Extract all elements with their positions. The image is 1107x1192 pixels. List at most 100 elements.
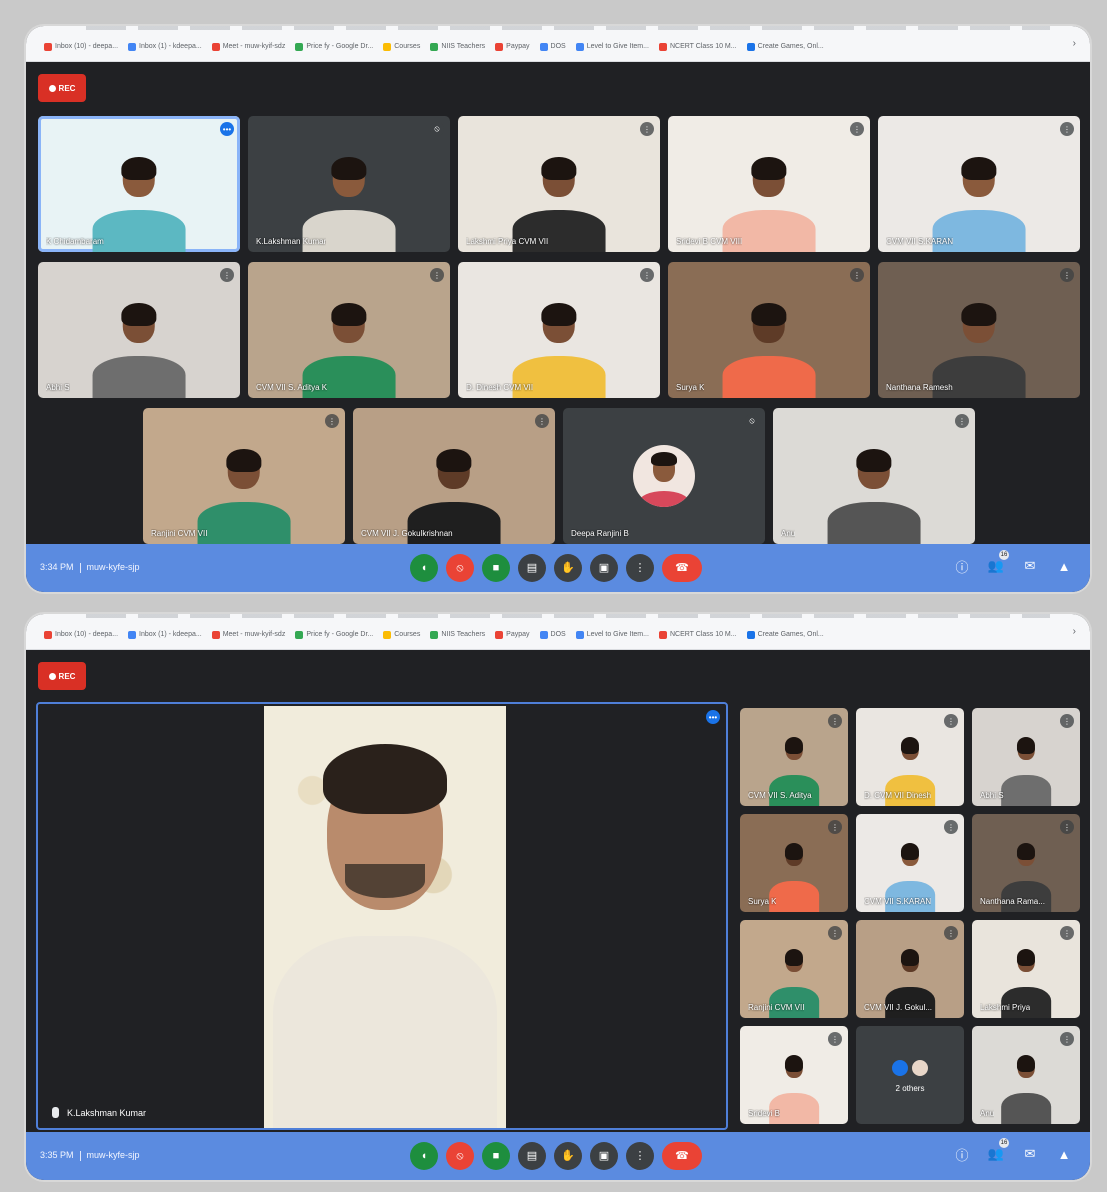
participant-tile[interactable]: ⋮ CVM VII J. Gokul... — [856, 920, 964, 1018]
tile-options-icon[interactable]: ⋮ — [850, 122, 864, 136]
chat-button[interactable]: ✉ — [1020, 1144, 1040, 1164]
camera-button[interactable]: ■ — [482, 1142, 510, 1170]
mic-off-button[interactable]: ⦸ — [446, 1142, 474, 1170]
participant-tile[interactable]: ⋮ Ranjini CVM VII — [143, 408, 345, 544]
spotlight-tile[interactable]: ••• K.Lakshman Kumar — [36, 702, 728, 1130]
participant-tile[interactable]: ⋮ Surya K — [740, 814, 848, 912]
participant-tile[interactable]: ⋮ D. Dinesh CVM VII — [458, 262, 660, 398]
participant-tile[interactable]: ⋮ CVM VII J. Gokulkrishnan — [353, 408, 555, 544]
bookmark-item[interactable]: Inbox (10) - deepa... — [44, 42, 118, 51]
bookmark-item[interactable]: Paypay — [495, 42, 530, 51]
people-button[interactable]: 👥 16 — [986, 1138, 1009, 1164]
participant-tile[interactable]: ⋮ CVM VII S. Aditya K — [248, 262, 450, 398]
present-button[interactable]: ▣ — [590, 1142, 618, 1170]
tile-options-icon[interactable]: ⋮ — [944, 714, 958, 728]
tile-options-icon[interactable]: ⋮ — [430, 268, 444, 282]
participant-tile[interactable]: ⋮ CVM VII S.KARAN — [856, 814, 964, 912]
bookmark-item[interactable]: DOS — [539, 630, 566, 639]
participant-tile[interactable]: ⋮ Ranjini CVM VII — [740, 920, 848, 1018]
participant-tile[interactable]: ⋮ CVM VII S.KARAN — [878, 116, 1080, 252]
bookmark-item[interactable]: Level to Give Item... — [575, 630, 649, 639]
captions-button[interactable]: ▤ — [518, 1142, 546, 1170]
bookmark-item[interactable]: Paypay — [495, 630, 530, 639]
participant-tile[interactable]: ⋮ Nanthana Rama... — [972, 814, 1080, 912]
mic-button[interactable]: ◖ — [410, 1142, 438, 1170]
camera-button[interactable]: ■ — [482, 554, 510, 582]
tile-options-icon[interactable]: ⋮ — [944, 820, 958, 834]
more-options-button[interactable]: ⋮ — [626, 554, 654, 582]
tile-options-icon[interactable]: ⋮ — [1060, 820, 1074, 834]
info-button[interactable]: ⓘ — [952, 1144, 972, 1164]
bookmarks-overflow-icon[interactable]: › — [1073, 38, 1076, 49]
activities-button[interactable]: ▲ — [1054, 556, 1074, 576]
bookmark-item[interactable]: Meet - muw-kyif-sdz — [211, 630, 285, 639]
participant-tile[interactable]: ⦸ K.Lakshman Kumar — [248, 116, 450, 252]
bookmark-item[interactable]: NIIS Teachers — [430, 630, 485, 639]
bookmark-label: DOS — [550, 43, 566, 50]
participant-tile[interactable]: ⋮ CVM VII S. Aditya — [740, 708, 848, 806]
tile-options-icon[interactable]: ⋮ — [828, 1032, 842, 1046]
bookmark-item[interactable]: Level to Give Item... — [575, 42, 649, 51]
participant-tile[interactable]: ⋮ Abhi S — [972, 708, 1080, 806]
tile-options-icon[interactable]: ⋮ — [220, 268, 234, 282]
raise-hand-button[interactable]: ✋ — [554, 554, 582, 582]
bookmark-item[interactable]: Courses — [383, 42, 420, 51]
participant-tile[interactable]: ⋮ Nanthana Ramesh — [878, 262, 1080, 398]
tile-options-icon[interactable]: ⋮ — [535, 414, 549, 428]
end-call-button[interactable]: ☎ — [662, 554, 702, 582]
participant-tile[interactable]: ⦸ Deepa Ranjini B — [563, 408, 765, 544]
tile-options-icon[interactable]: ⋮ — [1060, 1032, 1074, 1046]
mic-off-button[interactable]: ⦸ — [446, 554, 474, 582]
end-call-button[interactable]: ☎ — [662, 1142, 702, 1170]
participant-tile[interactable]: ⋮ Abhi S — [38, 262, 240, 398]
bookmark-item[interactable]: Courses — [383, 630, 420, 639]
bookmark-item[interactable]: NCERT Class 10 M... — [658, 630, 737, 639]
tile-options-icon[interactable]: ⋮ — [1060, 268, 1074, 282]
tile-options-icon[interactable]: ⋮ — [850, 268, 864, 282]
raise-hand-button[interactable]: ✋ — [554, 1142, 582, 1170]
bookmark-item[interactable]: Price fy - Google Dr... — [295, 42, 373, 51]
bookmarks-overflow-icon[interactable]: › — [1073, 626, 1076, 637]
bookmark-item[interactable]: Inbox (1) - kdeepa... — [128, 630, 202, 639]
captions-button[interactable]: ▤ — [518, 554, 546, 582]
chat-button[interactable]: ✉ — [1020, 556, 1040, 576]
chat-icon: ✉ — [1024, 1146, 1036, 1161]
info-button[interactable]: ⓘ — [952, 556, 972, 576]
bookmark-item[interactable]: NCERT Class 10 M... — [658, 42, 737, 51]
participant-tile[interactable]: 2 others — [856, 1026, 964, 1124]
participant-tile[interactable]: ⋮ Lakshmi Priya CVM VII — [458, 116, 660, 252]
participant-tile[interactable]: ⋮ D. CVM VII Dinesh — [856, 708, 964, 806]
more-options-button[interactable]: ⋮ — [626, 1142, 654, 1170]
bookmark-item[interactable]: Price fy - Google Dr... — [295, 630, 373, 639]
bookmark-item[interactable]: Inbox (10) - deepa... — [44, 630, 118, 639]
tile-options-icon[interactable]: ⋮ — [955, 414, 969, 428]
participant-tile[interactable]: ⋮ Sridevi B CVM VIII — [668, 116, 870, 252]
tile-options-icon[interactable]: ⋮ — [1060, 122, 1074, 136]
tile-options-icon[interactable]: ⋮ — [1060, 926, 1074, 940]
tile-options-icon[interactable]: ⋮ — [944, 926, 958, 940]
participant-tile[interactable]: ⋮ Anu — [773, 408, 975, 544]
tile-options-icon[interactable]: ⋮ — [640, 122, 654, 136]
participant-tile[interactable]: ⋮ Lakshmi Priya — [972, 920, 1080, 1018]
bookmark-item[interactable]: Create Games, Onl... — [746, 42, 824, 51]
tile-options-icon[interactable]: ⋮ — [828, 714, 842, 728]
participant-tile[interactable]: ⋮ Anu — [972, 1026, 1080, 1124]
people-button[interactable]: 👥 16 — [986, 550, 1009, 576]
tile-options-icon[interactable]: ⋮ — [1060, 714, 1074, 728]
participant-name: CVM VII J. Gokulkrishnan — [361, 529, 453, 538]
tile-options-icon[interactable]: ⋮ — [325, 414, 339, 428]
participant-tile[interactable]: ⋮ Sridevi B — [740, 1026, 848, 1124]
bookmark-item[interactable]: Inbox (1) - kdeepa... — [128, 42, 202, 51]
present-button[interactable]: ▣ — [590, 554, 618, 582]
bookmark-item[interactable]: DOS — [539, 42, 566, 51]
mic-button[interactable]: ◖ — [410, 554, 438, 582]
activities-button[interactable]: ▲ — [1054, 1144, 1074, 1164]
tile-options-icon[interactable]: ⋮ — [828, 926, 842, 940]
participant-tile[interactable]: ⋮ Surya K — [668, 262, 870, 398]
tile-options-icon[interactable]: ⋮ — [640, 268, 654, 282]
bookmark-item[interactable]: Meet - muw-kyif-sdz — [211, 42, 285, 51]
participant-tile[interactable]: ••• K Chidambaram — [38, 116, 240, 252]
bookmark-item[interactable]: Create Games, Onl... — [746, 630, 824, 639]
bookmark-item[interactable]: NIIS Teachers — [430, 42, 485, 51]
tile-options-icon[interactable]: ⋮ — [828, 820, 842, 834]
